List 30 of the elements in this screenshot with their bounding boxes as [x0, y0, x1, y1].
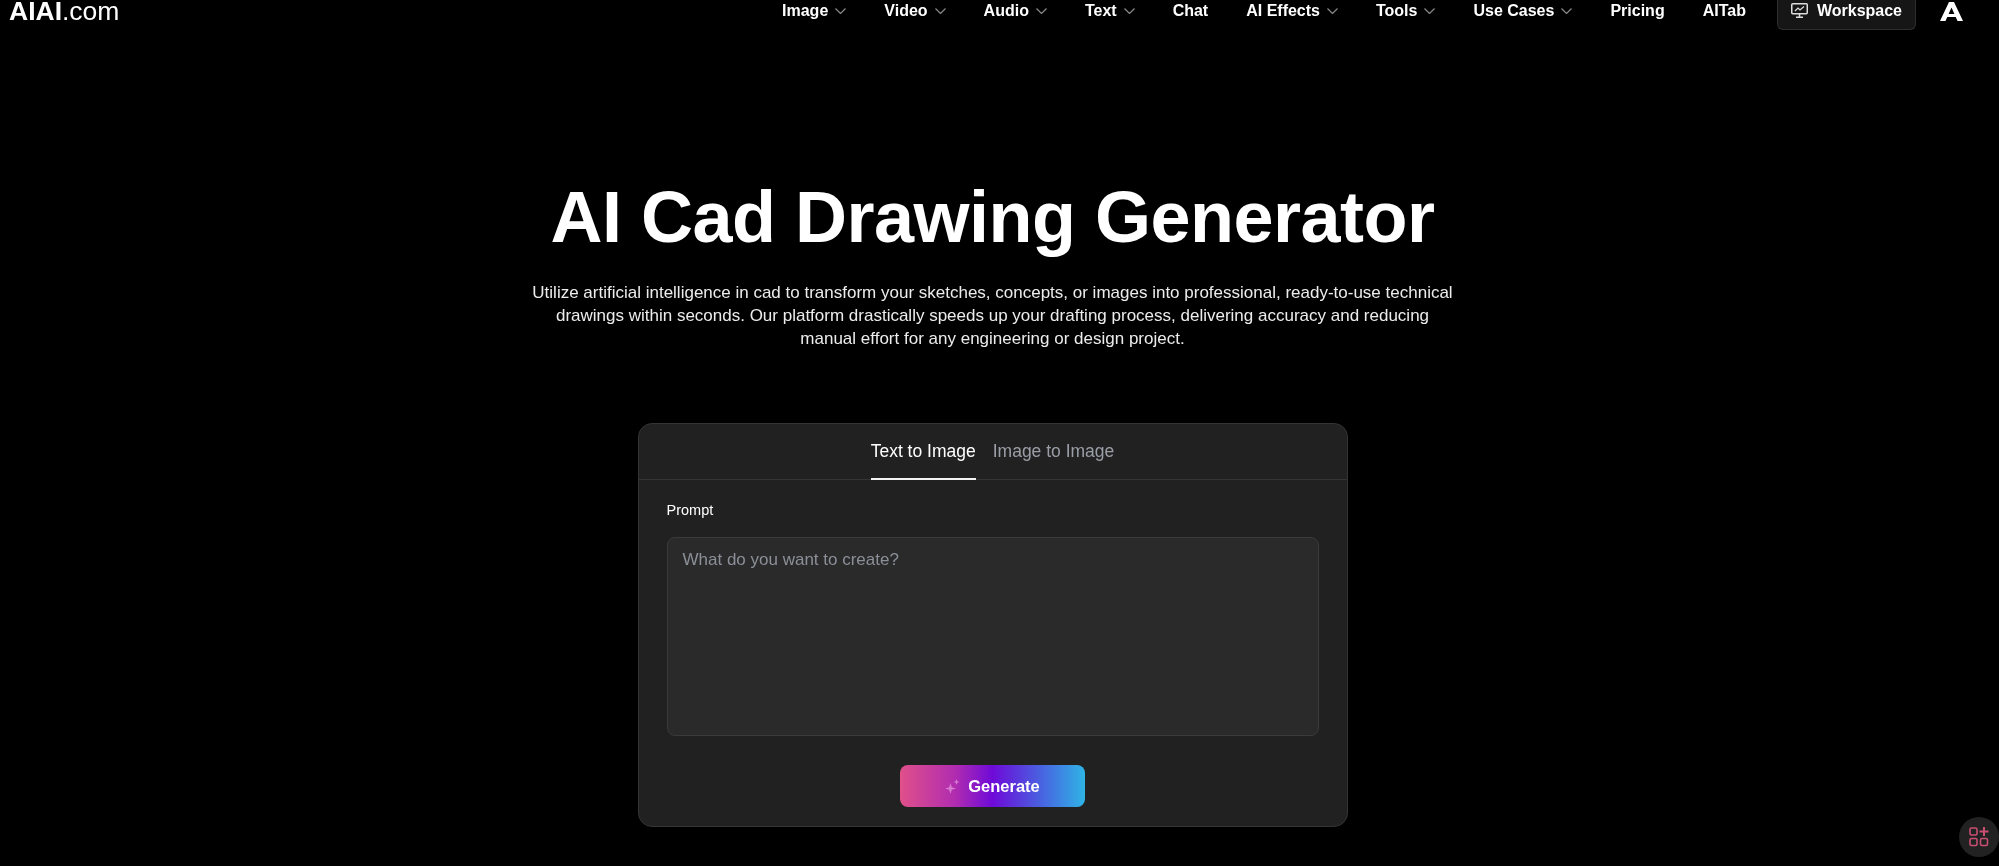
- tab[interactable]: Image to Image: [992, 424, 1115, 480]
- nav-link[interactable]: Tools: [1376, 0, 1436, 22]
- nav-link[interactable]: Use Cases: [1473, 0, 1573, 22]
- apps-grid-icon[interactable]: [1959, 817, 1999, 857]
- monitor-icon: [1790, 3, 1808, 18]
- site-logo[interactable]: AIAI.com: [9, 0, 120, 22]
- prompt-field[interactable]: What do you want to create?: [666, 537, 1319, 736]
- prompt-label: Prompt: [666, 501, 714, 519]
- tab[interactable]: Text to Image: [870, 424, 976, 480]
- logo-icon[interactable]: [1940, 2, 1963, 21]
- nav-link[interactable]: Video: [884, 0, 946, 22]
- chevron-down-icon: [1035, 8, 1047, 14]
- chevron-down-icon: [1123, 8, 1135, 14]
- generate-button[interactable]: Generate: [900, 765, 1085, 807]
- nav-link[interactable]: Chat: [1172, 0, 1209, 22]
- nav-link[interactable]: Pricing: [1610, 0, 1665, 22]
- workspace-button[interactable]: Workspace: [1776, 0, 1916, 30]
- chevron-down-icon: [1561, 8, 1573, 14]
- page-description: Utilize artificial intelligence in cad to transform your sketches, concepts, or images into professional, ready-to-use technical drawings within seconds. Our platform drastically speeds up your drafting process, delivering accuracy and reducing manual effort for any engineering or design project.: [531, 282, 1454, 350]
- page-title: AI Cad Drawing Generator: [550, 178, 1435, 257]
- nav-link[interactable]: AI Effects: [1246, 0, 1338, 22]
- nav-link[interactable]: Text: [1084, 0, 1135, 22]
- sparkle-icon: [945, 778, 961, 794]
- chevron-down-icon: [835, 8, 847, 14]
- nav-link[interactable]: AITab: [1702, 0, 1746, 22]
- nav-link[interactable]: Audio: [983, 0, 1047, 22]
- chevron-down-icon: [934, 8, 946, 14]
- nav-link[interactable]: Image: [782, 0, 847, 22]
- chevron-down-icon: [1327, 8, 1338, 14]
- chevron-down-icon: [1424, 8, 1436, 14]
